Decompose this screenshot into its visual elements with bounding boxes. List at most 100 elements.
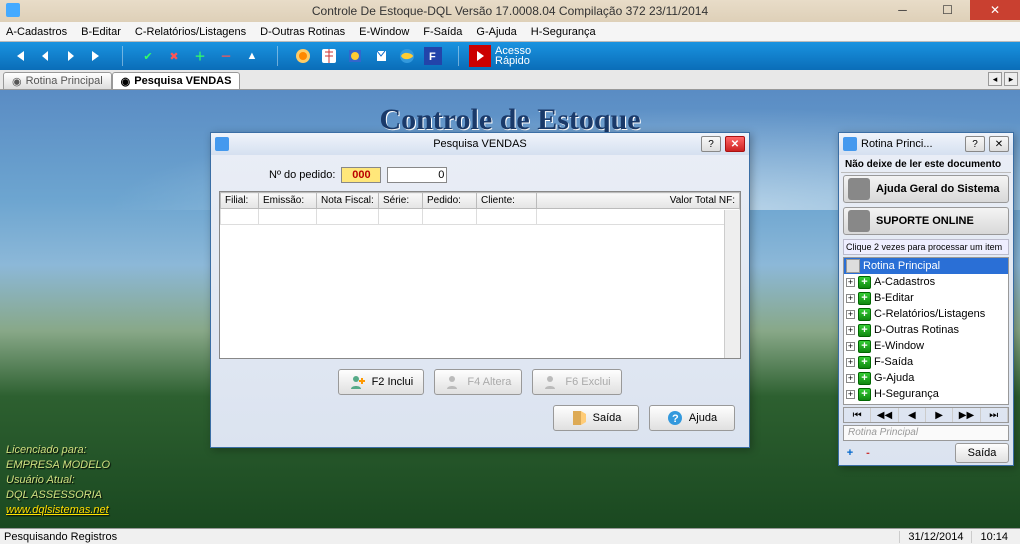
pedido-label: Nº do pedido: <box>269 169 335 181</box>
tree-node[interactable]: ++B-Editar <box>844 290 1008 306</box>
plus-icon: + <box>858 372 871 385</box>
nav-last[interactable]: ⏭ <box>981 408 1008 422</box>
pv-titlebar[interactable]: Pesquisa VENDAS ? ✕ <box>211 133 749 155</box>
doc-tabs: ◉Rotina Principal ◉Pesquisa VENDAS ◂ ▸ <box>0 70 1020 90</box>
tb-up[interactable]: ▲ <box>241 45 263 67</box>
f6-exclui-button[interactable]: F6 Exclui <box>532 369 621 395</box>
saida-button[interactable]: Saída <box>553 405 639 431</box>
acesso-rapido[interactable]: AcessoRápido <box>469 45 531 67</box>
support-icon <box>848 210 870 232</box>
expand-icon[interactable]: + <box>846 326 855 335</box>
rotina-tree[interactable]: Rotina Principal ++A-Cadastros ++B-Edita… <box>843 257 1009 405</box>
results-grid[interactable]: Filial: Emissão: Nota Fiscal: Série: Ped… <box>219 191 741 359</box>
ajuda-geral-button[interactable]: Ajuda Geral do Sistema <box>843 175 1009 203</box>
menu-editar[interactable]: B-Editar <box>81 26 121 38</box>
menu-seguranca[interactable]: H-Segurança <box>531 26 596 38</box>
expand-icon[interactable]: + <box>846 390 855 399</box>
tb-f-icon[interactable]: F <box>422 45 444 67</box>
book-icon <box>848 178 870 200</box>
nav-nextpage[interactable]: ▶▶ <box>953 408 980 422</box>
tb-icon-3[interactable] <box>344 45 366 67</box>
expand-icon[interactable]: + <box>846 374 855 383</box>
pv-close-button[interactable]: ✕ <box>725 136 745 152</box>
tree-node[interactable]: ++C-Relatórios/Listagens <box>844 306 1008 322</box>
tb-add[interactable]: ＋ <box>189 45 211 67</box>
pv-title: Pesquisa VENDAS <box>433 138 527 150</box>
grid-scrollbar[interactable] <box>724 210 740 358</box>
nav-prevpage[interactable]: ◀◀ <box>871 408 898 422</box>
pv-help-button[interactable]: ? <box>701 136 721 152</box>
tb-icon-4[interactable] <box>370 45 392 67</box>
rp-help-button[interactable]: ? <box>965 136 985 152</box>
col-serie[interactable]: Série: <box>379 193 423 209</box>
f4-altera-button[interactable]: F4 Altera <box>434 369 522 395</box>
status-date: 31/12/2014 <box>899 531 971 543</box>
tree-node[interactable]: ++D-Outras Rotinas <box>844 322 1008 338</box>
tb-ie-icon[interactable] <box>396 45 418 67</box>
tb-cancel[interactable]: ✖ <box>163 45 185 67</box>
tb-check[interactable]: ✔ <box>137 45 159 67</box>
tb-next[interactable] <box>60 45 82 67</box>
menu-ajuda[interactable]: G-Ajuda <box>476 26 516 38</box>
tb-icon-2[interactable] <box>318 45 340 67</box>
menu-window[interactable]: E-Window <box>359 26 409 38</box>
col-valor[interactable]: Valor Total NF: <box>537 193 740 209</box>
expand-icon[interactable]: + <box>846 310 855 319</box>
pedido-input-1[interactable] <box>341 167 381 183</box>
tab-nav-left[interactable]: ◂ <box>988 72 1002 86</box>
license-info: Licenciado para: EMPRESA MODELO Usuário … <box>6 443 110 518</box>
suporte-online-button[interactable]: SUPORTE ONLINE <box>843 207 1009 235</box>
plus-icon: + <box>858 324 871 337</box>
ajuda-button[interactable]: ? Ajuda <box>649 405 735 431</box>
col-emissao[interactable]: Emissão: <box>259 193 317 209</box>
rp-close-button[interactable]: ✕ <box>989 136 1009 152</box>
menu-saida[interactable]: F-Saída <box>423 26 462 38</box>
tree-node[interactable]: ++H-Segurança <box>844 386 1008 402</box>
pedido-input-2[interactable] <box>387 167 447 183</box>
col-filial[interactable]: Filial: <box>221 193 259 209</box>
tab-icon: ◉ <box>121 75 131 88</box>
record-nav: ⏮ ◀◀ ◀ ▶ ▶▶ ⏭ <box>843 407 1009 423</box>
col-pedido[interactable]: Pedido: <box>423 193 477 209</box>
f2-inclui-button[interactable]: F2 Inclui <box>338 369 424 395</box>
minimize-button[interactable]: ─ <box>880 0 925 20</box>
rp-titlebar[interactable]: Rotina Princi... ? ✕ <box>839 133 1013 155</box>
col-cliente[interactable]: Cliente: <box>477 193 537 209</box>
tree-node[interactable]: ++G-Ajuda <box>844 370 1008 386</box>
tb-last[interactable] <box>86 45 108 67</box>
website-link[interactable]: www.dqlsistemas.net <box>6 504 109 516</box>
menu-cadastros[interactable]: A-Cadastros <box>6 26 67 38</box>
status-text: Pesquisando Registros <box>4 531 117 543</box>
help-icon: ? <box>667 410 683 426</box>
tb-icon-1[interactable] <box>292 45 314 67</box>
app-icon <box>6 3 20 17</box>
plus-icon: + <box>858 276 871 289</box>
col-nf[interactable]: Nota Fiscal: <box>317 193 379 209</box>
plus-icon: + <box>858 340 871 353</box>
rp-saida-button[interactable]: Saída <box>955 443 1009 463</box>
maximize-button[interactable]: ☐ <box>925 0 970 20</box>
tb-remove[interactable]: － <box>215 45 237 67</box>
menu-outras[interactable]: D-Outras Rotinas <box>260 26 345 38</box>
tree-root[interactable]: Rotina Principal <box>844 258 1008 274</box>
tb-prev[interactable] <box>34 45 56 67</box>
tree-node[interactable]: ++A-Cadastros <box>844 274 1008 290</box>
tab-nav-right[interactable]: ▸ <box>1004 72 1018 86</box>
tab-pesquisa[interactable]: ◉Pesquisa VENDAS <box>112 72 241 89</box>
tab-icon: ◉ <box>12 75 22 88</box>
expand-icon[interactable]: + <box>846 294 855 303</box>
close-button[interactable]: ✕ <box>970 0 1020 20</box>
expand-icon[interactable]: + <box>846 342 855 351</box>
expand-icon[interactable]: + <box>846 358 855 367</box>
nav-prev[interactable]: ◀ <box>899 408 926 422</box>
tab-rotina[interactable]: ◉Rotina Principal <box>3 72 112 89</box>
tree-node[interactable]: ++F-Saída <box>844 354 1008 370</box>
nav-first[interactable]: ⏮ <box>844 408 871 422</box>
expand-icon[interactable]: + <box>846 278 855 287</box>
tree-node[interactable]: ++E-Window <box>844 338 1008 354</box>
nav-next[interactable]: ▶ <box>926 408 953 422</box>
tb-first[interactable] <box>8 45 30 67</box>
expand-all[interactable]: + <box>843 447 857 459</box>
menu-relatorios[interactable]: C-Relatórios/Listagens <box>135 26 246 38</box>
collapse-all[interactable]: - <box>861 447 875 459</box>
